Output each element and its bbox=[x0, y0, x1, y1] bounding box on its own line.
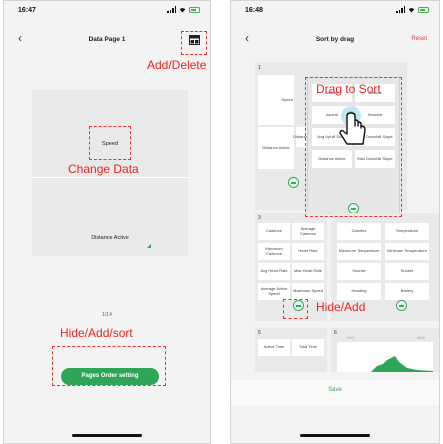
field-cell: Heart Rate bbox=[292, 243, 324, 260]
battery-icon bbox=[189, 6, 200, 13]
annotation-change-data: Change Data bbox=[68, 162, 139, 176]
chart-max-label: MAX bbox=[417, 336, 425, 340]
field-cell: Distance Active bbox=[258, 127, 294, 169]
save-button[interactable]: Save bbox=[231, 387, 439, 393]
reset-button[interactable]: Reset bbox=[411, 36, 427, 42]
field-cell: Heading bbox=[337, 283, 381, 300]
nav-bar: ‹ Sort by drag Reset bbox=[231, 25, 439, 55]
hide-add-highlight bbox=[283, 299, 308, 319]
page-number: 5 bbox=[258, 330, 261, 336]
drag-hand-icon bbox=[339, 106, 366, 145]
home-indicator bbox=[72, 434, 142, 437]
page-number: 1 bbox=[258, 65, 261, 71]
status-icons bbox=[167, 6, 200, 13]
field-cell: Max Heart Rate bbox=[292, 263, 324, 280]
page-card-5[interactable]: 5 Active Time Total Time bbox=[255, 328, 327, 372]
distance-label: Distance Active bbox=[91, 235, 129, 241]
signal-icon bbox=[167, 6, 176, 13]
distance-field[interactable]: Distance Active bbox=[32, 178, 188, 256]
field-cell: Cadence bbox=[258, 223, 290, 240]
annotation-hide-add-sort: Hide/Add/sort bbox=[60, 326, 133, 340]
annotation-hide-add: Hide/Add bbox=[316, 300, 366, 314]
battery-icon bbox=[418, 6, 429, 13]
page-number: 3 bbox=[258, 215, 261, 221]
status-bar: 16:47 bbox=[4, 1, 210, 23]
field-cell: Calories bbox=[337, 223, 381, 240]
field-cell: Sunrise bbox=[337, 263, 381, 280]
change-data-highlight bbox=[89, 126, 131, 160]
field-cell: Sunset bbox=[385, 263, 429, 280]
page-card-6[interactable]: 6 AVG MAX bbox=[331, 328, 439, 372]
nav-bar: ‹ Data Page 1 bbox=[4, 25, 210, 55]
annotation-add-delete: Add/Delete bbox=[147, 58, 207, 72]
wifi-icon bbox=[408, 7, 415, 12]
status-icons bbox=[396, 6, 429, 13]
field-cell: Maximum Cadence bbox=[258, 243, 290, 260]
right-phone-screen: 16:48 ‹ Sort by drag Reset 1 Speed Dista… bbox=[230, 0, 440, 444]
add-delete-highlight bbox=[181, 31, 207, 55]
hide-toggle-icon[interactable] bbox=[396, 300, 407, 311]
field-cell: Maximum Speed bbox=[292, 283, 324, 300]
field-cell: Temperature bbox=[385, 223, 429, 240]
signal-icon bbox=[396, 6, 405, 13]
status-time: 16:47 bbox=[18, 7, 36, 14]
save-bar: Save bbox=[231, 380, 439, 405]
page-indicator: 1/14 bbox=[102, 312, 112, 318]
elevation-chart-icon bbox=[337, 342, 433, 372]
page-title: Data Page 1 bbox=[88, 36, 126, 43]
field-cell: Speed bbox=[258, 75, 294, 125]
pages-order-highlight bbox=[52, 346, 166, 386]
chart-avg-label: AVG bbox=[347, 336, 355, 340]
field-cell: Total Time bbox=[292, 339, 324, 356]
corner-marker-icon bbox=[147, 244, 151, 248]
home-indicator bbox=[300, 434, 370, 437]
field-cell: Average Cadence bbox=[292, 223, 324, 240]
page-title: Sort by drag bbox=[315, 36, 355, 43]
field-cell: Minimum Temperature bbox=[385, 243, 429, 260]
annotation-drag-to-sort: Drag to Sort bbox=[316, 82, 381, 96]
field-cell: Active Time bbox=[258, 339, 290, 356]
status-time: 16:48 bbox=[245, 7, 263, 14]
wifi-icon bbox=[179, 7, 186, 12]
hide-toggle-icon[interactable] bbox=[288, 177, 299, 188]
field-cell: Avg Heart Rate bbox=[258, 263, 290, 280]
field-cell: Maximum Temperature bbox=[337, 243, 381, 260]
field-cell: Average Active Speed bbox=[258, 283, 290, 300]
field-cell: Battery bbox=[385, 283, 429, 300]
status-bar: 16:48 bbox=[231, 1, 439, 23]
page-number: 6 bbox=[334, 330, 337, 336]
